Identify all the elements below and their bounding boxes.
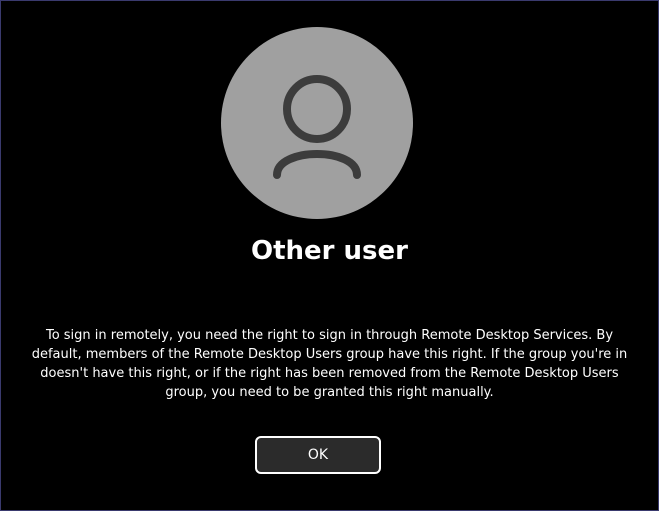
lock-screen-dialog: Other user To sign in remotely, you need… [0, 0, 659, 511]
message-line: group, you need to be granted this right… [165, 385, 494, 400]
ok-button[interactable]: OK [255, 436, 381, 474]
message-line: default, members of the Remote Desktop U… [31, 347, 628, 362]
person-icon [273, 75, 361, 179]
user-name: Other user [251, 236, 408, 266]
message-line: doesn't have this right, or if the right… [40, 366, 619, 381]
user-avatar [221, 27, 413, 219]
message-line: To sign in remotely, you need the right … [45, 328, 614, 343]
sign-in-message: To sign in remotely, you need the right … [1, 326, 658, 402]
